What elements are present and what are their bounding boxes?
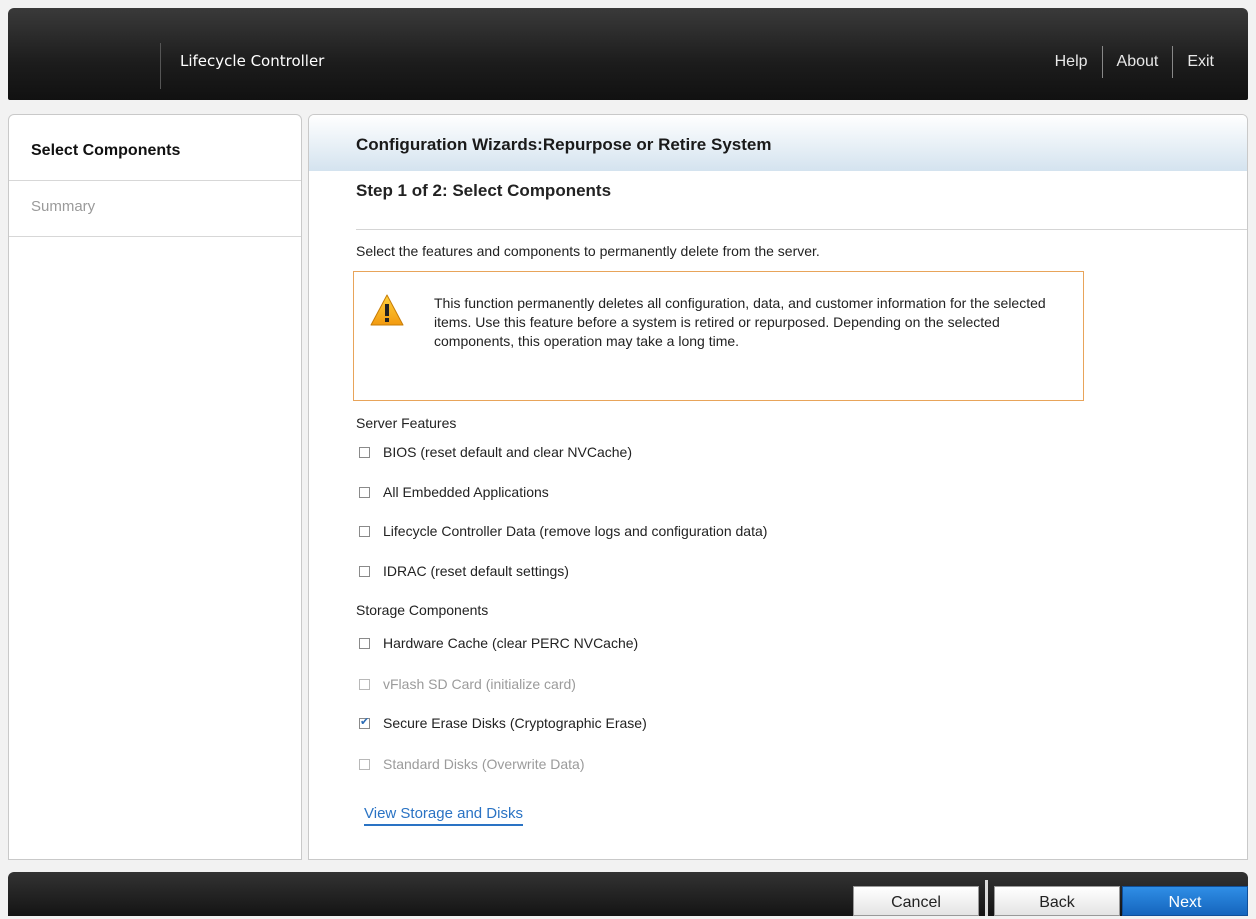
checkbox-bios[interactable]: BIOS (reset default and clear NVCache) — [359, 444, 632, 460]
next-button[interactable]: Next — [1122, 886, 1248, 916]
checkbox-box-checked[interactable] — [359, 715, 370, 729]
divider — [356, 229, 1247, 230]
checkbox-secure-erase[interactable]: Secure Erase Disks (Cryptographic Erase) — [359, 715, 647, 731]
checkbox-embedded-apps[interactable]: All Embedded Applications — [359, 484, 549, 500]
bottom-bar: Cancel Back Next — [8, 872, 1248, 916]
checkbox-box[interactable] — [359, 446, 370, 458]
button-separator — [985, 880, 988, 916]
step-title: Step 1 of 2: Select Components — [356, 181, 612, 200]
checkbox-box[interactable] — [359, 637, 370, 649]
checkbox-label: Standard Disks (Overwrite Data) — [383, 756, 585, 772]
warning-triangle-icon — [370, 294, 404, 326]
exit-link[interactable]: Exit — [1173, 53, 1228, 71]
checkbox-idrac[interactable]: IDRAC (reset default settings) — [359, 563, 569, 579]
wizard-steps-sidebar: Select Components Summary — [8, 114, 302, 860]
checkbox-label: IDRAC (reset default settings) — [383, 563, 569, 579]
checkbox-lc-data[interactable]: Lifecycle Controller Data (remove logs a… — [359, 523, 767, 539]
title-divider — [160, 43, 161, 89]
checkbox-box[interactable] — [359, 565, 370, 577]
checkbox-standard-disks: Standard Disks (Overwrite Data) — [359, 756, 585, 772]
checkbox-label: All Embedded Applications — [383, 484, 549, 500]
help-link[interactable]: Help — [1041, 53, 1102, 71]
storage-components-label: Storage Components — [356, 602, 489, 618]
checkbox-box[interactable] — [359, 525, 370, 537]
app-title: Lifecycle Controller — [180, 52, 325, 70]
cancel-button[interactable]: Cancel — [853, 886, 979, 916]
sidebar-item-summary: Summary — [9, 181, 301, 237]
checkbox-label: Secure Erase Disks (Cryptographic Erase) — [383, 715, 647, 731]
checkbox-box — [359, 758, 370, 770]
page-title: Configuration Wizards:Repurpose or Retir… — [309, 115, 1247, 171]
checkbox-label: Hardware Cache (clear PERC NVCache) — [383, 635, 639, 651]
warning-text: This function permanently deletes all co… — [434, 295, 1046, 349]
checkbox-label: Lifecycle Controller Data (remove logs a… — [383, 523, 768, 539]
top-bar: Lifecycle Controller Help About Exit — [8, 8, 1248, 100]
checkbox-box — [359, 678, 370, 690]
checkbox-box[interactable] — [359, 486, 370, 498]
sidebar-item-select-components[interactable]: Select Components — [9, 115, 301, 181]
main-panel: Configuration Wizards:Repurpose or Retir… — [308, 114, 1248, 860]
checkbox-hardware-cache[interactable]: Hardware Cache (clear PERC NVCache) — [359, 635, 638, 651]
about-link[interactable]: About — [1103, 53, 1173, 71]
warning-box: This function permanently deletes all co… — [353, 271, 1084, 401]
top-nav: Help About Exit — [1041, 46, 1228, 78]
server-features-label: Server Features — [356, 415, 457, 431]
checkbox-label: BIOS (reset default and clear NVCache) — [383, 444, 633, 460]
back-button[interactable]: Back — [994, 886, 1120, 916]
view-storage-link[interactable]: View Storage and Disks — [364, 805, 523, 826]
checkbox-label: vFlash SD Card (initialize card) — [383, 676, 576, 692]
checkbox-vflash: vFlash SD Card (initialize card) — [359, 676, 576, 692]
intro-text: Select the features and components to pe… — [356, 243, 820, 259]
